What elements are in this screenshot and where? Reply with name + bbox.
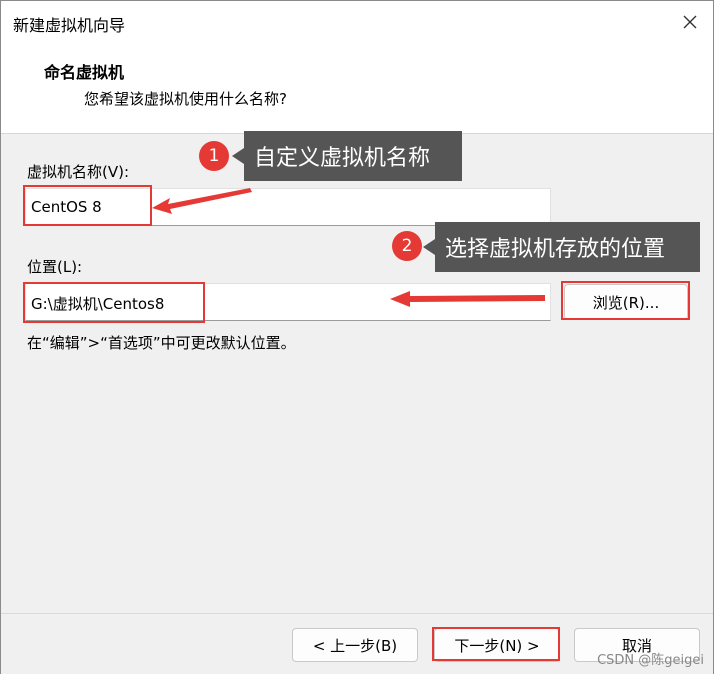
watermark: CSDN @陈geigei [597,653,704,668]
arrow-2 [390,291,545,307]
annotation-arrows [152,188,545,307]
step-1-callout: 自定义虚拟机名称 [232,131,462,181]
step-2-callout: 选择虚拟机存放的位置 [423,222,700,272]
step-1-badge: 1 [199,141,229,171]
arrow-1 [152,188,252,214]
step-2-badge: 2 [392,231,422,261]
